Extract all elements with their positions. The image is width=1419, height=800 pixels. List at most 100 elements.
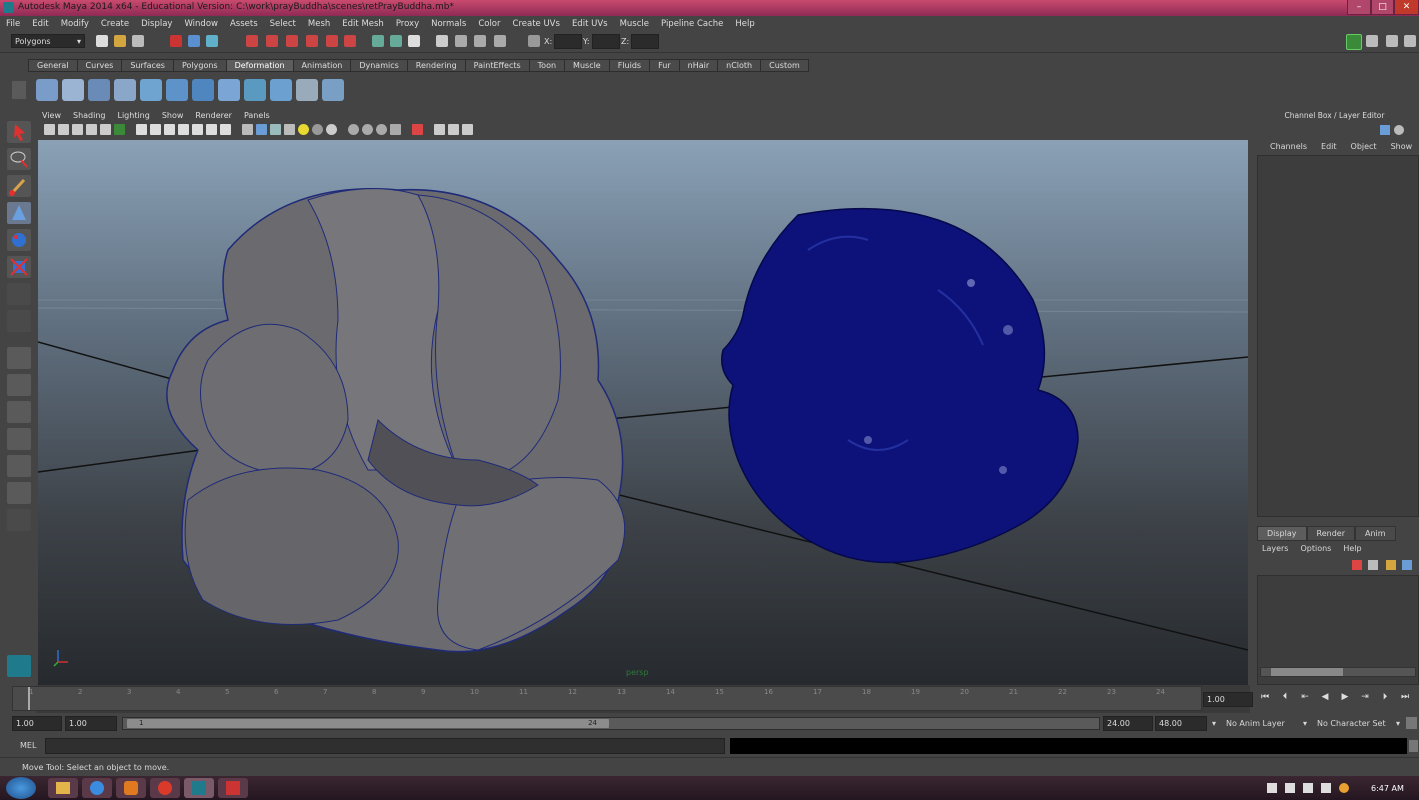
playback-start-field[interactable]: 1.00 xyxy=(65,716,117,731)
select-component-icon[interactable] xyxy=(206,35,218,47)
step-forward-key-icon[interactable]: ⇥ xyxy=(1358,692,1372,706)
shelf-tab-nhair[interactable]: nHair xyxy=(678,59,719,72)
shelf-tab-custom[interactable]: Custom xyxy=(760,59,809,72)
wrap-icon[interactable] xyxy=(270,79,292,101)
chrome-taskbar-icon[interactable] xyxy=(150,778,180,798)
lasso-tool-icon[interactable] xyxy=(7,148,31,170)
last-tool-icon[interactable] xyxy=(7,310,31,332)
wrinkle-icon[interactable] xyxy=(322,79,344,101)
shelf-tab-general[interactable]: General xyxy=(28,59,78,72)
start-button[interactable] xyxy=(6,777,36,799)
step-back-key-icon[interactable]: ⇤ xyxy=(1298,692,1312,706)
menu-select[interactable]: Select xyxy=(264,19,302,29)
scale-tool-icon[interactable] xyxy=(7,256,31,278)
magnet-icon[interactable] xyxy=(344,35,356,47)
snap-plane-icon[interactable] xyxy=(306,35,318,47)
render-frame-icon[interactable] xyxy=(455,35,467,47)
xray-icon[interactable] xyxy=(390,124,401,135)
maximize-button[interactable]: □ xyxy=(1371,0,1394,15)
squash-icon[interactable] xyxy=(166,79,188,101)
bend-icon[interactable] xyxy=(88,79,110,101)
select-object-icon[interactable] xyxy=(188,35,200,47)
move-layer-down-icon[interactable] xyxy=(1402,560,1412,570)
mel-label[interactable]: MEL xyxy=(20,741,36,750)
maya-help-icon[interactable] xyxy=(7,655,31,677)
film-gate-icon[interactable] xyxy=(150,124,161,135)
minimize-button[interactable]: – xyxy=(1347,0,1371,15)
shelf-tab-fur[interactable]: Fur xyxy=(649,59,680,72)
clock[interactable]: 6:47 AM xyxy=(1371,784,1404,793)
new-scene-icon[interactable] xyxy=(96,35,108,47)
smooth-shade-icon[interactable] xyxy=(256,124,267,135)
xray-joints-icon[interactable] xyxy=(434,124,445,135)
play-backwards-icon[interactable]: ◀ xyxy=(1318,692,1332,706)
tab-anim[interactable]: Anim xyxy=(1354,526,1396,541)
mel-input[interactable] xyxy=(45,738,725,754)
snap-live-icon[interactable] xyxy=(326,35,338,47)
character-set-dropdown[interactable]: No Character Set xyxy=(1317,719,1386,728)
menu-muscle[interactable]: Muscle xyxy=(614,19,655,29)
bookmarks-icon[interactable] xyxy=(72,124,83,135)
anim-layer-dropdown[interactable]: No Anim Layer xyxy=(1226,719,1285,728)
tab-display[interactable]: Display xyxy=(1257,526,1307,541)
lights-icon[interactable] xyxy=(298,124,309,135)
cb-menu-object[interactable]: Object xyxy=(1351,142,1377,151)
app-taskbar-icon[interactable] xyxy=(218,778,248,798)
low-poly-buddha-mesh[interactable] xyxy=(166,188,626,653)
shelf-tab-toon[interactable]: Toon xyxy=(528,59,566,72)
layer-menu-layers[interactable]: Layers xyxy=(1262,544,1288,553)
shelf-tab-rendering[interactable]: Rendering xyxy=(406,59,466,72)
wire-icon[interactable] xyxy=(296,79,318,101)
output-ops-icon[interactable] xyxy=(390,35,402,47)
layer-editor-icon[interactable] xyxy=(1404,35,1416,47)
vp-menu-shading[interactable]: Shading xyxy=(67,111,112,120)
snap-point-icon[interactable] xyxy=(286,35,298,47)
flare-icon[interactable] xyxy=(114,79,136,101)
menu-help[interactable]: Help xyxy=(729,19,760,29)
shelf-tab-muscle[interactable]: Muscle xyxy=(564,59,610,72)
y-field[interactable] xyxy=(592,34,620,49)
anim-end-field[interactable]: 48.00 xyxy=(1155,716,1207,731)
layout-menu-icon[interactable] xyxy=(7,509,31,531)
high-poly-buddha-mesh[interactable] xyxy=(721,207,1079,564)
tool-settings-icon[interactable] xyxy=(1366,35,1378,47)
sine-icon[interactable] xyxy=(140,79,162,101)
tray-flag-icon[interactable] xyxy=(1285,783,1295,793)
playback-end-field[interactable]: 24.00 xyxy=(1103,716,1153,731)
gate-mask-icon[interactable] xyxy=(178,124,189,135)
open-scene-icon[interactable] xyxy=(114,35,126,47)
current-time-field[interactable]: 1.00 xyxy=(1203,692,1253,707)
two-d-pan-icon[interactable] xyxy=(100,124,111,135)
step-back-icon[interactable]: ⏴ xyxy=(1278,692,1292,706)
render-settings-icon[interactable] xyxy=(494,35,506,47)
perspective-viewport[interactable]: persp xyxy=(38,140,1248,685)
ie-taskbar-icon[interactable] xyxy=(82,778,112,798)
isolate-select-icon[interactable] xyxy=(412,124,423,135)
persp-outliner-graph-layout-icon[interactable] xyxy=(7,482,31,504)
channel-box-layer-icon[interactable] xyxy=(1380,125,1390,135)
go-to-end-icon[interactable]: ⏭ xyxy=(1398,692,1412,706)
menuset-dropdown[interactable]: Polygons ▾ xyxy=(11,34,85,48)
step-forward-icon[interactable]: ⏵ xyxy=(1378,692,1392,706)
channel-list[interactable] xyxy=(1257,155,1419,517)
resolution-gate-icon[interactable] xyxy=(164,124,175,135)
cb-menu-show[interactable]: Show xyxy=(1391,142,1413,151)
four-view-layout-icon[interactable] xyxy=(7,374,31,396)
attribute-editor-icon[interactable] xyxy=(1346,34,1362,50)
cb-menu-edit[interactable]: Edit xyxy=(1321,142,1337,151)
move-layer-up-icon[interactable] xyxy=(1386,560,1396,570)
close-button[interactable]: ✕ xyxy=(1394,0,1419,15)
chevron-down-icon[interactable]: ▾ xyxy=(1212,719,1216,728)
motion-blur-icon[interactable] xyxy=(348,124,359,135)
maya-taskbar-icon[interactable] xyxy=(184,778,214,798)
grease-pencil-icon[interactable] xyxy=(114,124,125,135)
wireframe-icon[interactable] xyxy=(242,124,253,135)
camera-select-icon[interactable] xyxy=(44,124,55,135)
menu-assets[interactable]: Assets xyxy=(224,19,264,29)
menu-window[interactable]: Window xyxy=(178,19,224,29)
new-layer-icon[interactable] xyxy=(1352,560,1362,570)
tab-render[interactable]: Render xyxy=(1306,526,1355,541)
time-slider[interactable]: 1 2 3 4 5 6 7 8 9 10 11 12 13 14 15 16 1… xyxy=(12,686,1202,711)
shelf-tab-surfaces[interactable]: Surfaces xyxy=(121,59,174,72)
ambient-occlusion-icon[interactable] xyxy=(326,124,337,135)
